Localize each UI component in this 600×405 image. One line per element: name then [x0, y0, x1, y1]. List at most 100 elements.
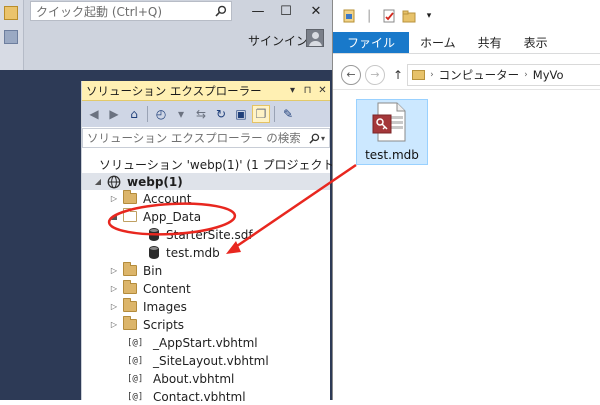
maximize-button[interactable]: ☐	[272, 0, 300, 22]
forward-icon[interactable]: ▶	[105, 105, 123, 123]
ribbon-tabs: ファイル ホーム 共有 表示	[333, 32, 600, 54]
file-name-label: test.mdb	[365, 148, 419, 162]
tree-item-label: Contact.vbhtml	[153, 389, 246, 404]
tree-item-label: Images	[143, 299, 187, 314]
solution-explorer-panel: ソリューション エクスプローラー ▾ ⊓ ✕ ◀ ▶ ⌂ ◴ ▾ ⇆ ↻ ▣ ❐…	[81, 81, 339, 404]
tree-item-label: StarterSite.sdf	[166, 227, 253, 242]
tab-home[interactable]: ホーム	[409, 32, 467, 53]
tree-item-file[interactable]: [@] _AppStart.vbhtml	[82, 334, 330, 351]
breadcrumb-segment[interactable]: コンピューター	[439, 67, 520, 83]
tree-item-label: Bin	[143, 263, 163, 278]
tree-item-label: _SiteLayout.vbhtml	[153, 353, 269, 368]
expanded-arrow-icon[interactable]: ◢	[93, 177, 103, 187]
tab-share[interactable]: 共有	[467, 32, 513, 53]
user-avatar-icon[interactable]	[306, 29, 324, 47]
solution-explorer-title: ソリューション エクスプローラー	[86, 83, 262, 98]
tab-file[interactable]: ファイル	[333, 32, 410, 53]
database-icon	[149, 228, 159, 241]
toolbar-divider	[147, 106, 148, 122]
vbhtml-file-icon: [@]	[127, 373, 144, 384]
chevron-right-icon[interactable]: ›	[430, 70, 434, 80]
collapsed-arrow-icon[interactable]: ▷	[109, 302, 119, 312]
tree-item-project[interactable]: ◢ webp(1)	[82, 173, 330, 190]
solution-explorer-titlebar: ソリューション エクスプローラー ▾ ⊓ ✕	[82, 81, 330, 101]
properties-icon[interactable]	[341, 8, 357, 24]
tree-item-label: Account	[143, 191, 192, 206]
close-button[interactable]: ✕	[302, 0, 330, 22]
dropdown-icon[interactable]: ▾	[172, 105, 190, 123]
refresh-icon[interactable]: ↻	[212, 105, 230, 123]
visual-studio-window: クイック起動 (Ctrl+Q) — ☐ ✕ サインイン ソリューション エクスプ…	[0, 0, 339, 404]
signin-link[interactable]: サインイン	[248, 32, 308, 49]
folder-icon	[123, 298, 137, 312]
address-bar[interactable]: › コンピューター › MyVo	[407, 63, 600, 86]
toolbar-divider	[274, 106, 275, 122]
toolbar-button-icon[interactable]	[4, 6, 18, 20]
collapsed-arrow-icon[interactable]: ▷	[109, 194, 119, 204]
search-icon[interactable]: ▾	[305, 133, 329, 144]
tree-item-solution[interactable]: ソリューション 'webp(1)' (1 プロジェクト)	[82, 156, 339, 173]
folder-icon	[123, 190, 137, 204]
vbhtml-file-icon: [@]	[127, 391, 144, 402]
breadcrumb-segment[interactable]: MyVo	[533, 68, 564, 82]
tab-view[interactable]: 表示	[513, 32, 559, 53]
properties-wrench-icon[interactable]: ✎	[279, 105, 297, 123]
tree-item-label: Content	[143, 281, 191, 296]
home-icon[interactable]: ⌂	[125, 105, 143, 123]
tree-item-label: Scripts	[143, 317, 185, 332]
panel-close-icon[interactable]: ✕	[315, 85, 330, 96]
tree-item-folder[interactable]: ▷ Bin	[82, 262, 330, 279]
undo-icon[interactable]: │	[361, 8, 377, 24]
folder-icon	[412, 69, 426, 80]
tree-item-label: App_Data	[143, 209, 202, 224]
access-database-file-icon	[372, 102, 406, 142]
pin-icon[interactable]: ⊓	[300, 85, 315, 96]
tree-item-folder[interactable]: ▷ Content	[82, 280, 330, 297]
vbhtml-file-icon: [@]	[127, 355, 144, 366]
quick-launch-input[interactable]: クイック起動 (Ctrl+Q)	[30, 1, 232, 21]
collapse-all-icon[interactable]: ▣	[232, 105, 250, 123]
folder-icon	[123, 280, 137, 294]
collapsed-arrow-icon[interactable]: ▷	[109, 284, 119, 294]
quick-launch-placeholder: クイック起動 (Ctrl+Q)	[36, 4, 163, 19]
tree-item-folder[interactable]: ▷ Scripts	[82, 316, 330, 333]
tree-item-file-test-mdb[interactable]: test.mdb	[82, 244, 330, 261]
back-icon[interactable]: ◀	[85, 105, 103, 123]
collapsed-arrow-icon[interactable]: ▷	[109, 320, 119, 330]
tree-item-file[interactable]: [@] About.vbhtml	[82, 370, 330, 387]
solution-explorer-toolbar: ◀ ▶ ⌂ ◴ ▾ ⇆ ↻ ▣ ❐ ✎	[82, 101, 330, 127]
checkmark-file-icon[interactable]	[381, 8, 397, 24]
tree-item-folder[interactable]: ▷ Account	[82, 190, 330, 207]
tree-item-file[interactable]: [@] Contact.vbhtml	[82, 388, 330, 405]
expanded-arrow-icon[interactable]: ◢	[109, 212, 119, 222]
folder-icon	[123, 262, 137, 276]
customize-toolbar-icon[interactable]: ▾	[421, 8, 437, 24]
solution-explorer-search-input[interactable]: ソリューション エクスプローラー の検索 (Ctrl+ ▾	[82, 128, 330, 148]
collapsed-arrow-icon[interactable]: ▷	[109, 266, 119, 276]
tree-item-label: _AppStart.vbhtml	[153, 335, 258, 350]
toolbar-button-icon[interactable]	[4, 30, 18, 44]
solution-label: ソリューション 'webp(1)' (1 プロジェクト)	[99, 158, 340, 172]
tree-item-file[interactable]: [@] _SiteLayout.vbhtml	[82, 352, 330, 369]
tree-item-file[interactable]: StarterSite.sdf	[82, 226, 330, 243]
vs-title-area: クイック起動 (Ctrl+Q) — ☐ ✕ サインイン	[0, 0, 332, 70]
tree-item-label: About.vbhtml	[153, 371, 235, 386]
back-button[interactable]: ←	[341, 64, 361, 85]
forward-button[interactable]: →	[365, 64, 385, 85]
search-icon[interactable]	[211, 2, 231, 20]
minimize-button[interactable]: —	[244, 0, 272, 22]
sync-icon[interactable]: ⇆	[192, 105, 210, 123]
open-folder-icon	[123, 208, 137, 222]
history-icon[interactable]: ◴	[152, 105, 170, 123]
up-button[interactable]: ↑	[393, 68, 403, 82]
panel-menu-icon[interactable]: ▾	[285, 85, 300, 96]
tree-item-folder-app-data[interactable]: ◢ App_Data	[82, 208, 330, 225]
new-folder-icon[interactable]	[401, 8, 417, 24]
show-all-files-icon[interactable]: ❐	[252, 105, 270, 123]
database-icon	[149, 246, 159, 259]
vbhtml-file-icon: [@]	[127, 337, 144, 348]
chevron-right-icon[interactable]: ›	[524, 70, 528, 80]
tree-item-label: test.mdb	[166, 245, 220, 260]
tree-item-folder[interactable]: ▷ Images	[82, 298, 330, 315]
search-placeholder: ソリューション エクスプローラー の検索 (Ctrl+	[87, 131, 305, 145]
